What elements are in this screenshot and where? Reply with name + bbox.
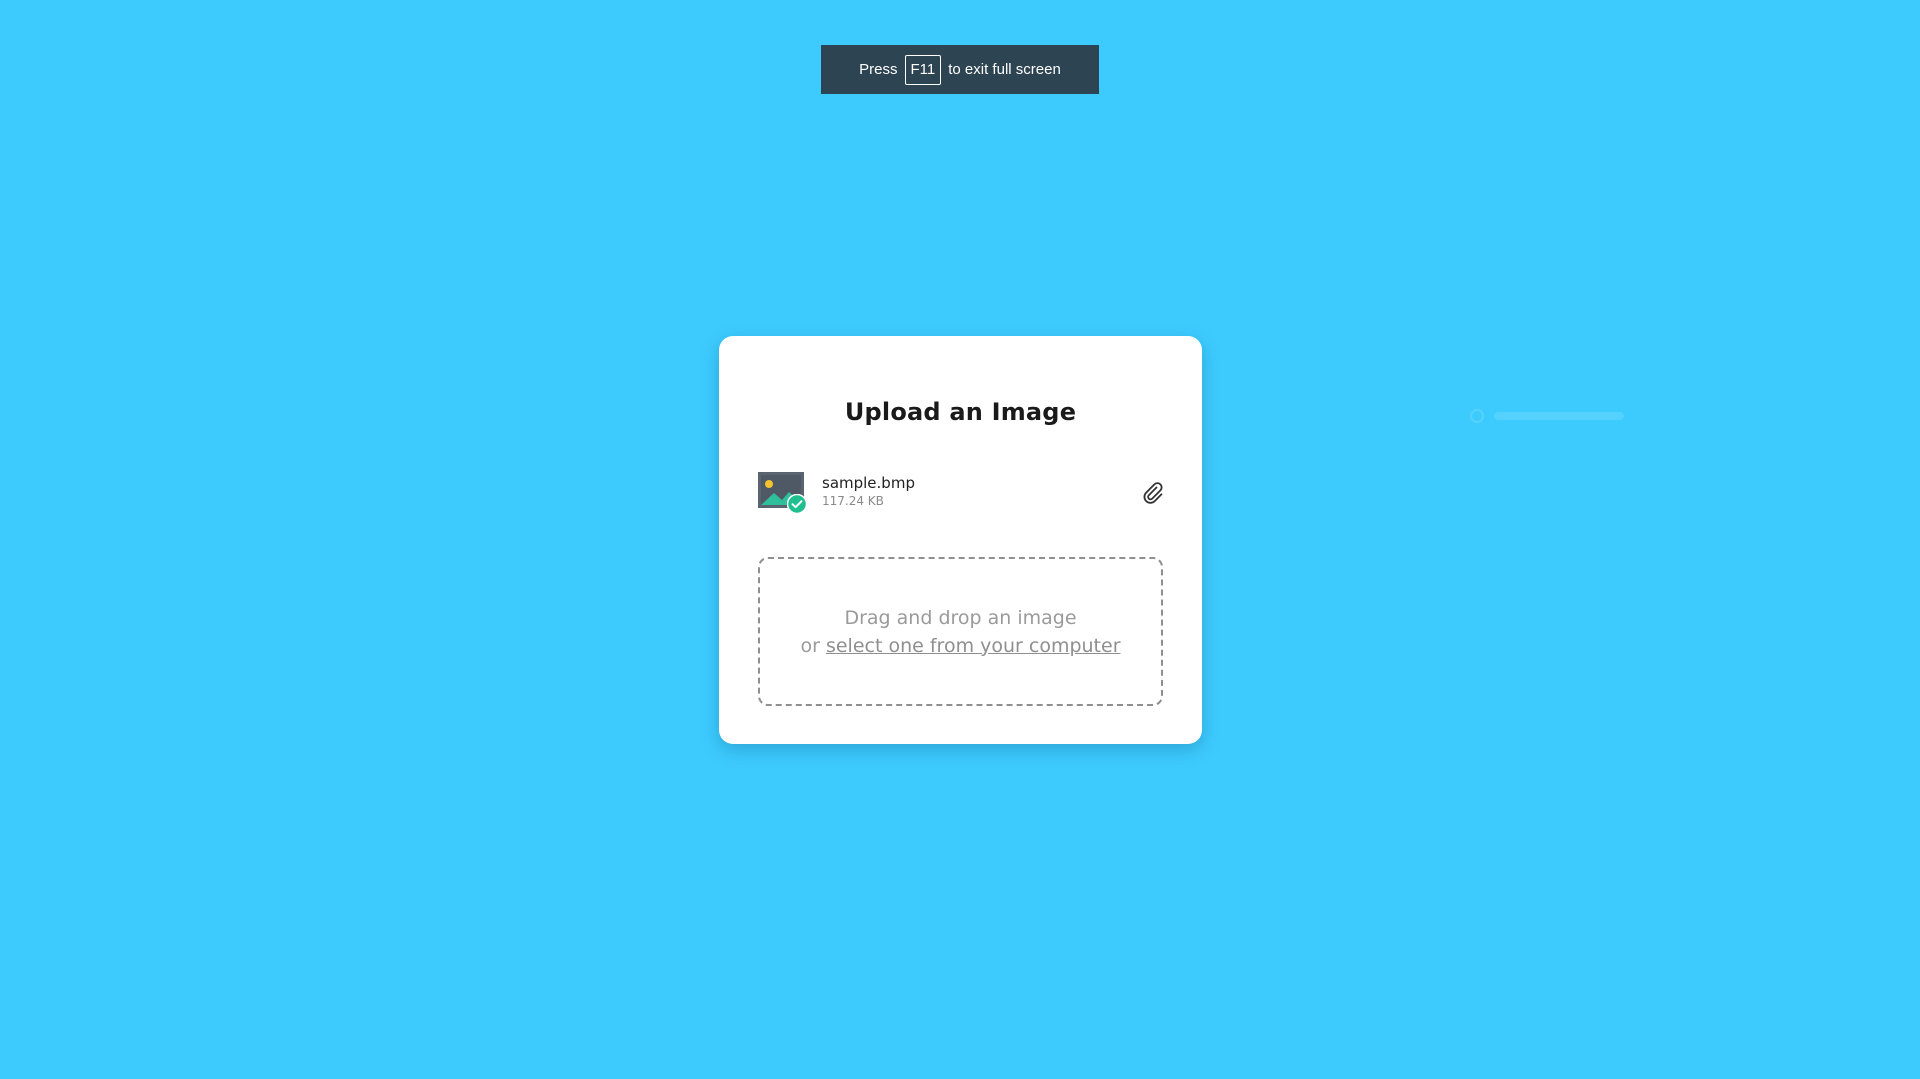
uploaded-file-row: [758, 472, 1166, 520]
upload-card: Upload an Image sample.bmp 117.24 KB Dra…: [719, 336, 1202, 744]
card-title: Upload an Image: [844, 398, 1077, 426]
circle-icon: [1470, 409, 1484, 423]
dropzone-select-line: or select one from your computer: [800, 632, 1120, 660]
image-dropzone[interactable]: Drag and drop an image or select one fro…: [758, 557, 1163, 706]
paperclip-icon[interactable]: [1140, 480, 1166, 506]
fullscreen-text-after: to exit full screen: [948, 61, 1061, 78]
file-name: sample.bmp: [822, 474, 915, 492]
dropzone-instruction: Drag and drop an image: [844, 606, 1077, 629]
dropzone-or-text: or: [800, 634, 820, 657]
file-size: 117.24 KB: [822, 494, 884, 508]
fullscreen-notification: Press F11 to exit full screen: [821, 45, 1099, 94]
faint-background-element: [1470, 405, 1640, 427]
ghost-bar: [1494, 412, 1624, 420]
f11-key-badge: F11: [904, 54, 942, 85]
select-file-link[interactable]: select one from your computer: [826, 635, 1121, 657]
fullscreen-text-before: Press: [859, 61, 898, 78]
check-circle-icon: [786, 493, 808, 515]
